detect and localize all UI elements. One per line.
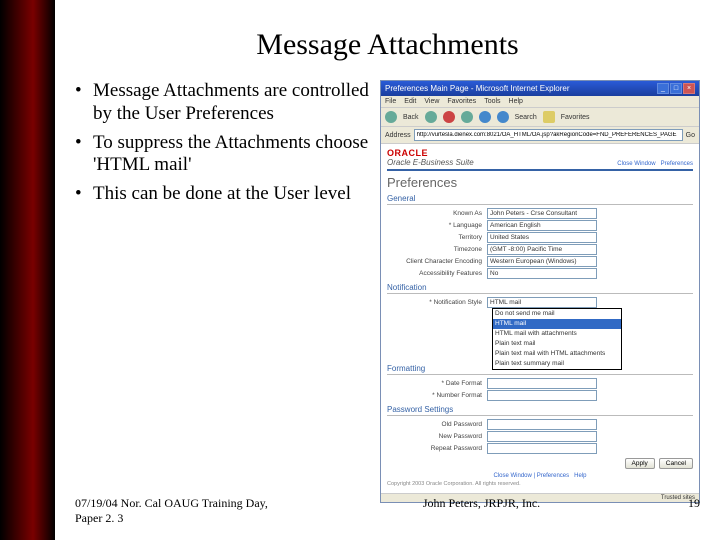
bullet-item: Message Attachments are controlled by th… (75, 80, 380, 126)
footer-help-link[interactable]: Help (574, 473, 586, 479)
menubar: File Edit View Favorites Tools Help (381, 96, 699, 108)
notification-style-label: * Notification Style (387, 299, 487, 306)
menu-tools[interactable]: Tools (484, 98, 500, 105)
date-format-label: * Date Format (387, 380, 487, 387)
notification-style-dropdown: Do not send me mail HTML mail HTML mail … (492, 308, 622, 370)
search-button[interactable]: Search (515, 114, 537, 121)
encoding-label: Client Character Encoding (387, 258, 487, 265)
menu-edit[interactable]: Edit (404, 98, 416, 105)
bullet-item: To suppress the Attachments choose 'HTML… (75, 132, 380, 178)
repeat-password-input[interactable] (487, 443, 597, 454)
timezone-select[interactable]: (GMT -8:00) Pacific Time (487, 244, 597, 255)
minimize-icon[interactable]: _ (657, 83, 669, 94)
notification-style-select[interactable]: HTML mail (487, 297, 597, 308)
slide-accent-sidebar (0, 0, 55, 540)
slide-content: Message Attachments are controlled by th… (55, 80, 720, 503)
accessibility-select[interactable]: No (487, 268, 597, 279)
preferences-link[interactable]: Preferences (661, 161, 693, 167)
number-format-label: * Number Format (387, 392, 487, 399)
window-titlebar: Preferences Main Page - Microsoft Intern… (381, 81, 699, 96)
oracle-header: ORACLE Oracle E-Business Suite Close Win… (387, 148, 693, 171)
footer-center: John Peters, JRPJR, Inc. (423, 496, 540, 526)
language-select[interactable]: American English (487, 220, 597, 231)
dropdown-option[interactable]: Plain text summary mail (493, 359, 621, 369)
back-icon[interactable] (385, 111, 397, 123)
dropdown-option[interactable]: HTML mail with attachments (493, 329, 621, 339)
stop-icon[interactable] (443, 111, 455, 123)
search-icon[interactable] (497, 111, 509, 123)
dropdown-option[interactable]: Plain text mail (493, 339, 621, 349)
old-password-input[interactable] (487, 419, 597, 430)
toolbar: Back Search Favorites (381, 108, 699, 127)
language-label: * Language (387, 222, 487, 229)
page-body: ORACLE Oracle E-Business Suite Close Win… (381, 144, 699, 493)
new-password-label: New Password (387, 433, 487, 440)
slide-title: Message Attachments (55, 28, 720, 62)
known-as-label: Known As (387, 210, 487, 217)
dropdown-option[interactable]: Do not send me mail (493, 309, 621, 319)
territory-label: Territory (387, 234, 487, 241)
favorites-icon[interactable] (543, 111, 555, 123)
address-bar: Address Go (381, 127, 699, 144)
forward-icon[interactable] (425, 111, 437, 123)
cancel-button[interactable]: Cancel (659, 458, 693, 469)
window-controls: _ □ × (657, 83, 695, 94)
slide-footer: 07/19/04 Nor. Cal OAUG Training Day, Pap… (75, 496, 700, 526)
slide-body: Message Attachments Message Attachments … (55, 0, 720, 540)
bullet-item: This can be done at the User level (75, 183, 380, 206)
new-password-input[interactable] (487, 431, 597, 442)
back-button[interactable]: Back (403, 114, 419, 121)
oracle-logo: ORACLE (387, 148, 474, 158)
menu-view[interactable]: View (424, 98, 439, 105)
oracle-suite: Oracle E-Business Suite (387, 158, 474, 167)
slide-number: 19 (688, 496, 700, 526)
address-input[interactable] (414, 129, 683, 141)
section-password: Password Settings (387, 405, 693, 416)
footer-close-link[interactable]: Close Window (494, 473, 532, 479)
section-notification: Notification (387, 283, 693, 294)
old-password-label: Old Password (387, 421, 487, 428)
encoding-select[interactable]: Western European (Windows) (487, 256, 597, 267)
footer-prefs-link[interactable]: Preferences (537, 473, 569, 479)
known-as-input[interactable]: John Peters - Crse Consultant (487, 208, 597, 219)
section-general: General (387, 194, 693, 205)
window-title-text: Preferences Main Page - Microsoft Intern… (385, 84, 570, 93)
menu-favorites[interactable]: Favorites (447, 98, 476, 105)
number-format-select[interactable] (487, 390, 597, 401)
go-button[interactable]: Go (686, 132, 695, 139)
territory-select[interactable]: United States (487, 232, 597, 243)
home-icon[interactable] (479, 111, 491, 123)
menu-help[interactable]: Help (509, 98, 523, 105)
dropdown-option-selected[interactable]: HTML mail (493, 319, 621, 329)
menu-file[interactable]: File (385, 98, 396, 105)
dropdown-option[interactable]: Plain text mail with HTML attachments (493, 349, 621, 359)
apply-button[interactable]: Apply (625, 458, 655, 469)
refresh-icon[interactable] (461, 111, 473, 123)
maximize-icon[interactable]: □ (670, 83, 682, 94)
close-icon[interactable]: × (683, 83, 695, 94)
date-format-select[interactable] (487, 378, 597, 389)
accessibility-label: Accessibility Features (387, 270, 487, 277)
timezone-label: Timezone (387, 246, 487, 253)
close-window-link[interactable]: Close Window (617, 161, 655, 167)
repeat-password-label: Repeat Password (387, 445, 487, 452)
footer-left: 07/19/04 Nor. Cal OAUG Training Day, Pap… (75, 496, 275, 526)
bullet-list: Message Attachments are controlled by th… (75, 80, 380, 503)
browser-window: Preferences Main Page - Microsoft Intern… (380, 80, 700, 503)
copyright-text: Copyright 2003 Oracle Corporation. All r… (387, 481, 693, 487)
page-title: Preferences (387, 175, 693, 190)
address-label: Address (385, 132, 411, 139)
favorites-button[interactable]: Favorites (561, 114, 590, 121)
